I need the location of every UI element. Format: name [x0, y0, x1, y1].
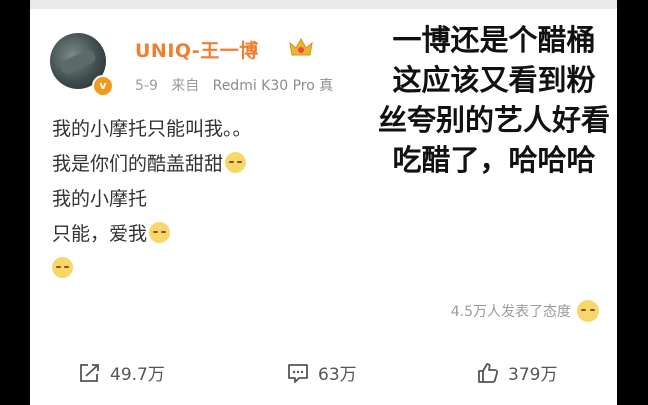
caption-overlay: 一博还是个醋桶 这应该又看到粉 丝夸别的艺人好看 吃醋了，哈哈哈 — [344, 20, 644, 180]
content-line: 我的小摩托只能叫我。。 — [52, 118, 252, 140]
content-line: 我的小摩托 — [52, 188, 148, 210]
post-content: 我的小摩托只能叫我。。 我是你们的酷盖甜甜 我的小摩托 只能，爱我 — [52, 112, 252, 287]
shy-emoji-icon — [52, 257, 73, 278]
post-meta: 5-9 来自 Redmi K30 Pro 真 — [135, 75, 333, 95]
reaction-emoji-icon — [577, 300, 599, 322]
crown-icon — [289, 37, 313, 56]
action-bar: 49.7万 63万 379万 — [30, 360, 617, 400]
caption-line: 一博还是个醋桶 — [392, 23, 596, 57]
content-line: 只能，爱我 — [52, 217, 252, 252]
source-prefix: 来自 — [171, 78, 200, 94]
shy-emoji-icon — [225, 152, 247, 173]
thumbs-up-icon — [478, 362, 499, 383]
post-date: 5-9 — [135, 78, 158, 94]
comment-count: 63万 — [318, 365, 357, 385]
caption-line: 丝夸别的艺人好看 — [377, 103, 610, 137]
repost-count: 49.7万 — [110, 365, 165, 385]
like-count: 379万 — [508, 365, 558, 385]
device-name[interactable]: Redmi K30 Pro 真 — [213, 78, 334, 94]
reactions-summary[interactable]: 4.5万人发表了态度 — [451, 300, 599, 322]
caption-line: 这应该又看到粉 — [392, 63, 596, 97]
username[interactable]: UNIQ-王一博 — [135, 36, 259, 63]
reactions-text: 4.5万人发表了态度 — [450, 304, 571, 320]
comment-icon — [288, 363, 308, 383]
repost-icon — [80, 363, 99, 382]
top-divider — [30, 0, 617, 9]
like-button[interactable]: 379万 — [476, 360, 557, 385]
comment-button[interactable]: 63万 — [286, 360, 357, 385]
content-line — [52, 252, 252, 287]
shy-emoji-icon — [149, 222, 171, 243]
content-line: 我是你们的酷盖甜甜 — [52, 147, 252, 182]
verified-badge-icon: v — [92, 75, 114, 97]
caption-line: 吃醋了，哈哈哈 — [392, 143, 596, 177]
repost-button[interactable]: 49.7万 — [78, 360, 165, 385]
